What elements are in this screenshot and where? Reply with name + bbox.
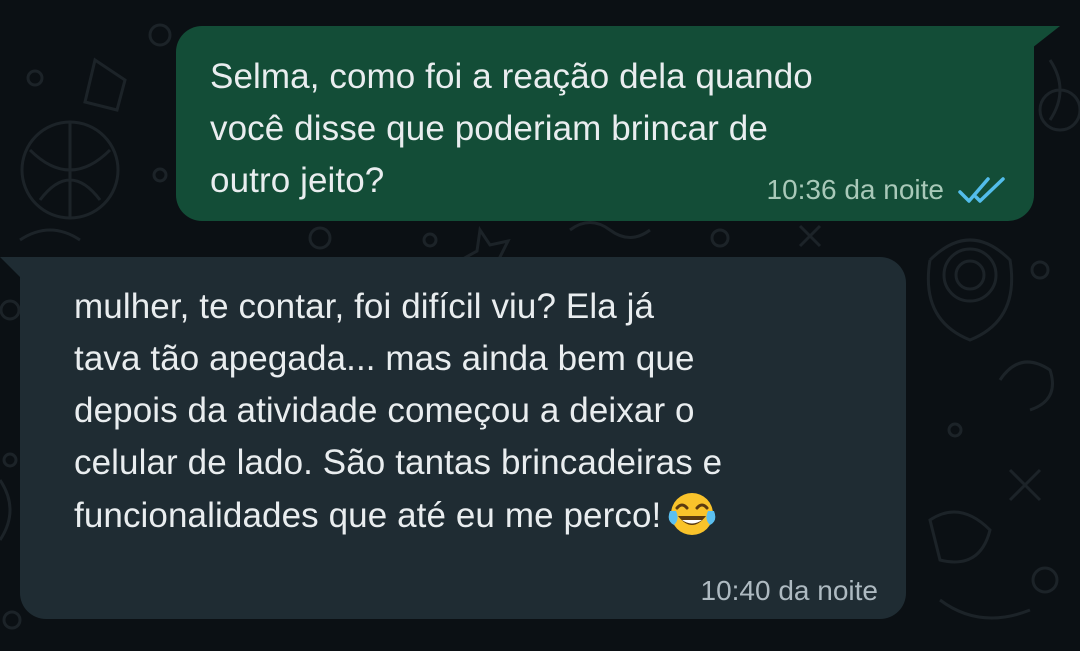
message-meta: 10:36 da noite [767,174,1007,206]
bubble-tail [0,257,22,279]
bubble-tail [1032,26,1060,48]
incoming-message-bubble[interactable]: mulher, te contar, foi difícil viu? Ela … [0,257,906,619]
message-timestamp: 10:36 da noite [766,174,945,205]
double-check-read-icon [958,177,1005,203]
outgoing-message-bubble[interactable]: Selma, como foi a reação dela quando voc… [176,26,1060,221]
face-with-tears-of-joy-emoji: 😂 [669,493,716,535]
message-text: mulher, te contar, foi difícil viu? Ela … [74,281,894,542]
message-timestamp: 10:40 da noite [700,575,879,606]
message-body: mulher, te contar, foi difícil viu? Ela … [74,287,723,535]
message-meta: 10:40 da noite [701,575,879,607]
